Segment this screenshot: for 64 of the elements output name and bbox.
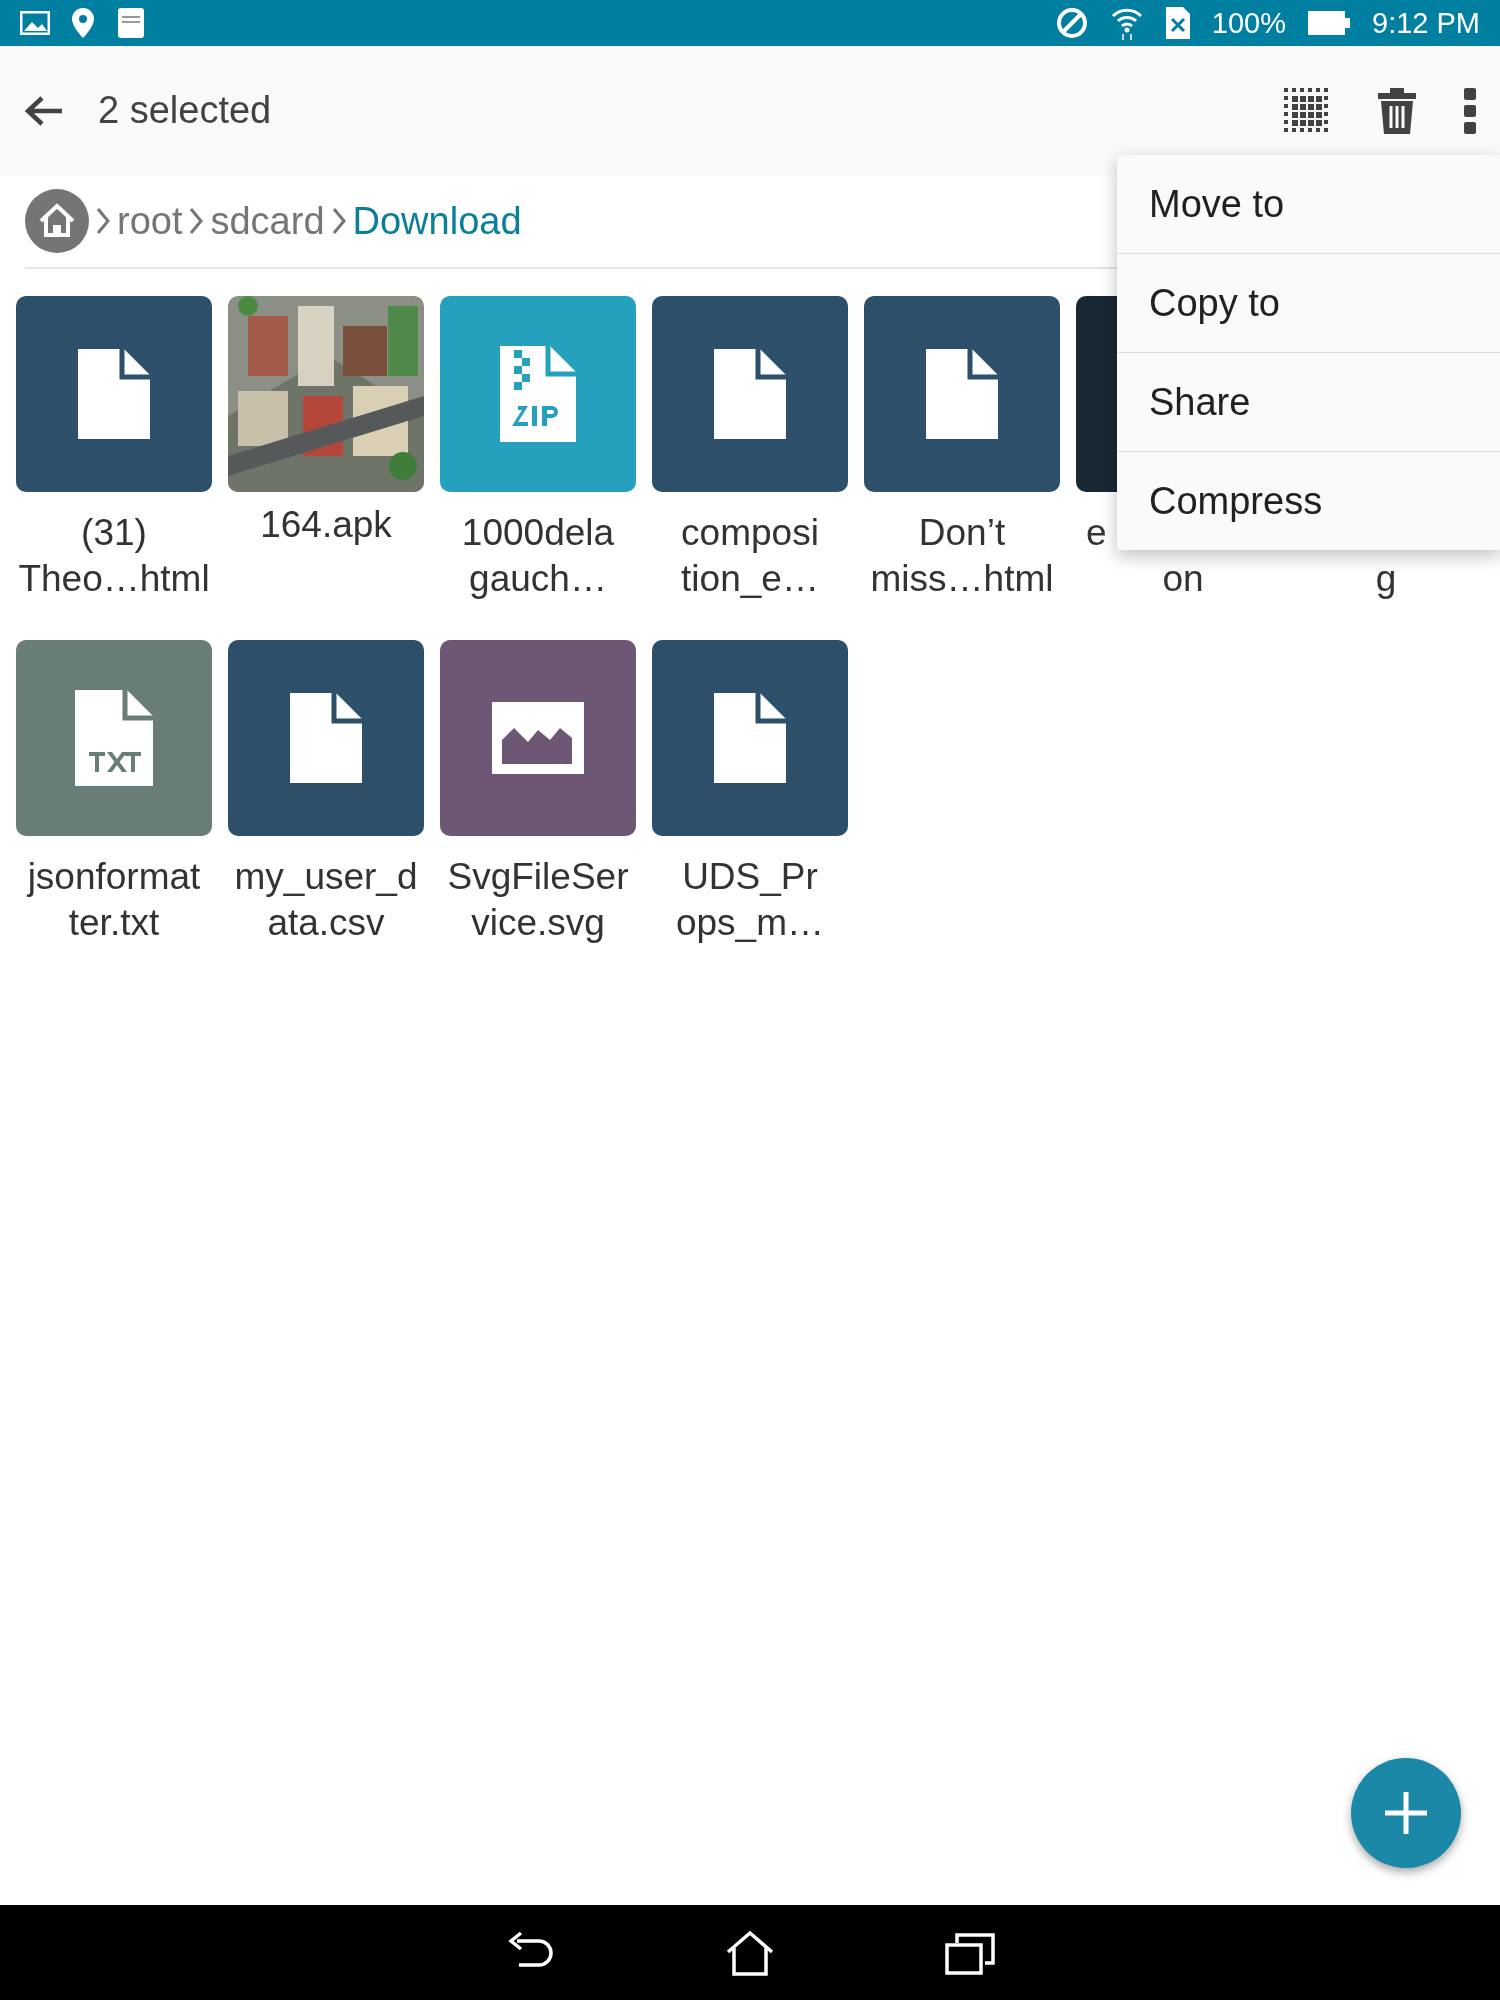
- selection-count: 2 selected: [98, 89, 273, 132]
- file-name: UDS_Pr: [682, 855, 818, 899]
- file-name: (31): [81, 511, 147, 555]
- file-tile[interactable]: [16, 296, 212, 492]
- file-tile[interactable]: [16, 640, 212, 836]
- breadcrumb-item[interactable]: sdcard: [210, 199, 325, 243]
- file-name: composi: [681, 511, 819, 555]
- file-name: miss…html: [870, 557, 1054, 601]
- picture-icon: [20, 11, 50, 35]
- breadcrumb-item[interactable]: Download: [352, 199, 522, 243]
- file-tile[interactable]: [440, 640, 636, 836]
- home-icon[interactable]: [725, 1929, 775, 1976]
- chevron-icon: [95, 206, 111, 236]
- file-name: my_user_d: [234, 855, 418, 899]
- chevron-icon: [330, 206, 347, 236]
- file-name: tion_e…: [681, 557, 819, 601]
- battery-icon: [1308, 11, 1350, 35]
- location-pin-icon: [72, 8, 94, 38]
- wifi-icon: [1109, 6, 1144, 40]
- file-name: 1000dela: [461, 511, 615, 555]
- file-name: ata.csv: [267, 901, 385, 945]
- file-name: 164.apk: [260, 503, 392, 547]
- menu-item[interactable]: Copy to: [1117, 253, 1500, 352]
- file-name: jsonformat: [27, 855, 201, 899]
- text-file-icon: [75, 690, 153, 786]
- file-tile[interactable]: [652, 296, 848, 492]
- file-name: Don’t: [918, 511, 1006, 555]
- back-arrow-icon[interactable]: [24, 94, 64, 127]
- document-icon: [78, 349, 150, 439]
- file-name: e: [1086, 511, 1107, 555]
- trash-icon[interactable]: [1378, 87, 1416, 134]
- chevron-icon: [188, 206, 205, 236]
- menu-item[interactable]: Share: [1117, 352, 1500, 451]
- zip-file-icon: [500, 346, 576, 442]
- add-button[interactable]: [1351, 1758, 1461, 1868]
- file-tile[interactable]: [228, 640, 424, 836]
- file-name: Theo…html: [18, 557, 210, 601]
- plus-icon: [1383, 1790, 1429, 1836]
- recent-apps-icon[interactable]: [945, 1930, 995, 1975]
- menu-item[interactable]: Move to: [1117, 155, 1500, 253]
- document-icon: [290, 693, 362, 783]
- blocked-icon: [1055, 7, 1088, 39]
- file-name: on: [1162, 557, 1204, 601]
- file-tile[interactable]: [864, 296, 1060, 492]
- image-icon: [492, 702, 584, 774]
- file-name: ter.txt: [68, 901, 160, 945]
- file-tile[interactable]: [440, 296, 636, 492]
- clock: 9:12 PM: [1372, 6, 1480, 40]
- breadcrumb-item[interactable]: root: [117, 199, 183, 243]
- document-icon: [714, 349, 786, 439]
- document-icon: [714, 693, 786, 783]
- document-icon: [926, 349, 998, 439]
- select-all-icon[interactable]: [1284, 87, 1330, 134]
- sim-card-icon: [1165, 7, 1190, 39]
- battery-percentage: 100%: [1211, 6, 1286, 40]
- file-name: vice.svg: [471, 901, 605, 945]
- file-tile[interactable]: [652, 640, 848, 836]
- file-name: SvgFileSer: [447, 855, 629, 899]
- file-name: g: [1375, 557, 1397, 601]
- file-name: gauch…: [469, 557, 607, 601]
- more-options-icon[interactable]: [1464, 87, 1476, 134]
- book-icon: [116, 7, 146, 39]
- menu-item[interactable]: Compress: [1117, 451, 1500, 550]
- file-name: ops_m…: [675, 901, 825, 945]
